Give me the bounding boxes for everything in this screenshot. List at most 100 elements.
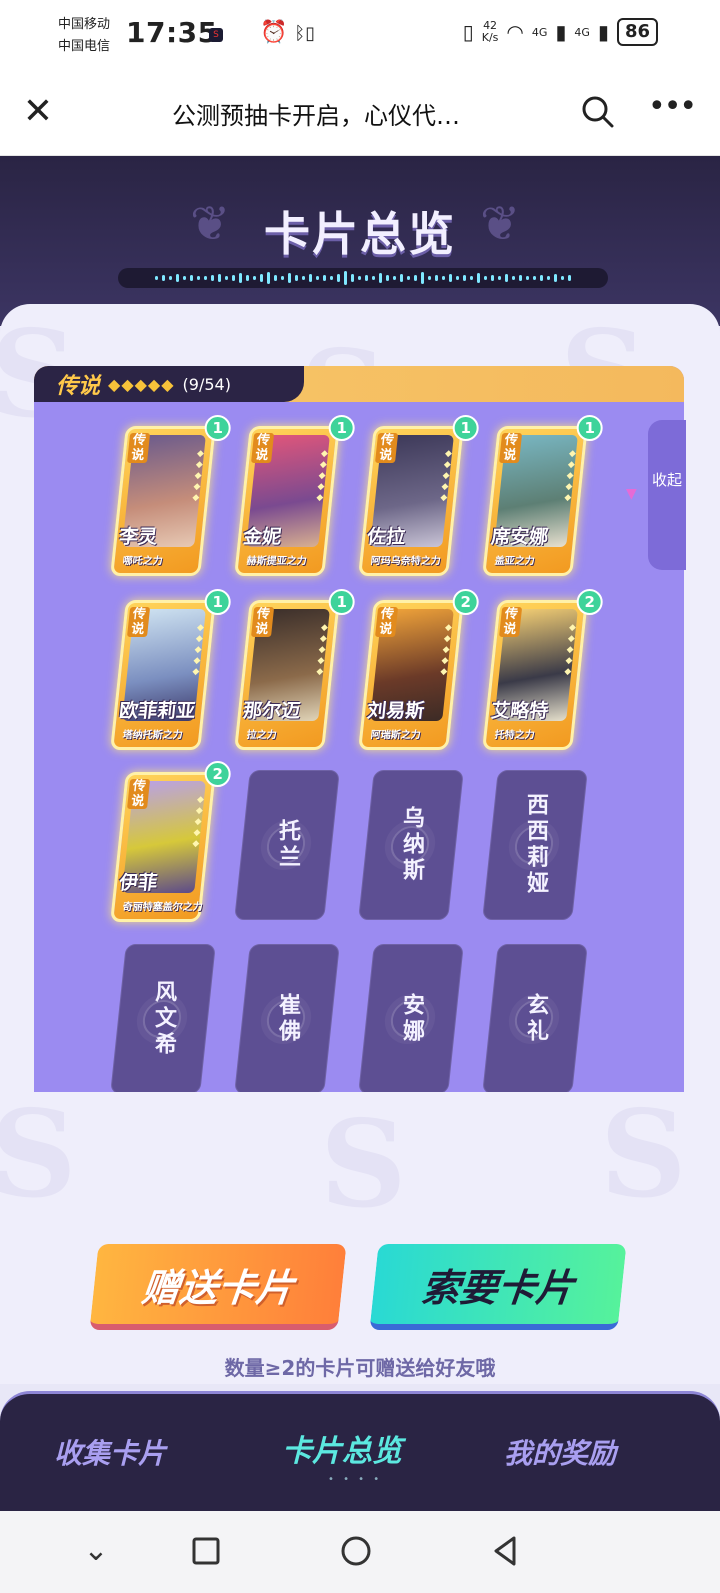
bg-watermark: S [600, 1084, 687, 1225]
card-rarity-tag: 传说 [126, 607, 151, 637]
status-icons-left: ⏰ ᛒ▯ [260, 20, 315, 45]
card-count-badge: 1 [204, 589, 231, 615]
status-bar: 中国移动 中国电信 17:35 S ⏰ ᛒ▯ ▯ 42 K/s ◠ 4G ▮ 4… [0, 0, 720, 70]
card-count-badge: 1 [452, 415, 479, 441]
clock: 17:35 [126, 16, 218, 49]
card-power: 盖亚之力 [494, 556, 536, 567]
gift-hint: 数量≥2的卡片可赠送给好友哦 [224, 1356, 496, 1380]
tab-card-overview[interactable]: 卡片总览 [282, 1426, 402, 1470]
nav-home-icon[interactable] [336, 1531, 376, 1571]
vibrate-icon: ▯ [462, 20, 474, 44]
close-icon[interactable]: ✕ [18, 92, 58, 132]
browser-title-bar: ✕ 公测预抽卡开启，心仪代… ••• [0, 70, 720, 156]
card-name: 刘易斯 [366, 700, 426, 722]
card-name: 李灵 [118, 526, 159, 548]
card-power: 阿玛乌奈特之力 [370, 556, 442, 567]
card-name: 艾略特 [490, 700, 550, 722]
card-count-badge: 1 [576, 415, 603, 441]
web-content: ❦ ❦ 卡片总览 S S S S S S 传说 ◆◆◆◆◆ (9/54) 传说 … [0, 156, 720, 1511]
card-count-badge: 2 [452, 589, 479, 615]
section-title: 卡片总览 [264, 207, 456, 261]
request-card-button[interactable]: 索要卡片 [369, 1244, 627, 1330]
card-rarity-tag: 传说 [498, 433, 523, 463]
locked-card-name: 乌纳斯 [399, 806, 424, 884]
locked-card-feng-wen-xi[interactable]: 风文希 [110, 944, 216, 1092]
battery-level: 86 [616, 18, 658, 46]
status-icons-right: ▯ 42 K/s ◠ 4G ▮ 4G ▮ 86 [463, 18, 658, 46]
card-rarity-tag: 传说 [126, 433, 151, 463]
locked-card-an-na[interactable]: 安娜 [358, 944, 464, 1092]
card-name: 席安娜 [490, 526, 550, 548]
page-title: 公测预抽卡开启，心仪代… [172, 102, 460, 130]
card-na-er-mai[interactable]: 传说 ◆ ◆ ◆ ◆ ◆ 那尔迈 拉之力 1 [234, 589, 355, 750]
card-rarity-tag: 传说 [126, 779, 151, 809]
net-speed: 42 K/s [482, 20, 499, 44]
search-icon[interactable] [578, 92, 618, 132]
active-tab-indicator: • • • • [328, 1474, 383, 1485]
card-count-badge: 2 [204, 761, 231, 787]
system-nav-bar: ⌄ [0, 1511, 720, 1593]
bg-watermark: S [320, 1094, 407, 1235]
tab-my-rewards[interactable]: 我的奖励 [504, 1432, 616, 1472]
rarity-stars: ◆◆◆◆◆ [108, 374, 175, 394]
card-count-badge: 1 [204, 415, 231, 441]
bg-watermark: S [0, 1084, 77, 1225]
locked-card-name: 托兰 [275, 819, 300, 871]
locked-card-xi-xi-li-ya[interactable]: 西西莉娅 [482, 770, 588, 920]
header-band: ❦ ❦ 卡片总览 [0, 156, 720, 326]
card-yi-fei[interactable]: 传说 ◆ ◆ ◆ ◆ ◆ 伊菲 奇丽特塞盖尔之力 2 [110, 761, 231, 922]
bottom-nav: 收集卡片 卡片总览 我的奖励 • • • • [0, 1391, 720, 1511]
card-ai-lve-te[interactable]: 传说 ◆ ◆ ◆ ◆ ◆ 艾略特 托特之力 2 [482, 589, 603, 750]
card-liu-yi-si[interactable]: 传说 ◆ ◆ ◆ ◆ ◆ 刘易斯 阿瑞斯之力 2 [358, 589, 479, 750]
tab-collect-cards[interactable]: 收集卡片 [54, 1432, 166, 1472]
locked-card-name: 玄礼 [523, 993, 548, 1045]
card-name: 佐拉 [366, 526, 407, 548]
locked-card-tuo-lan[interactable]: 托兰 [234, 770, 340, 920]
card-power: 赫斯提亚之力 [246, 556, 308, 567]
legend-count: (9/54) [182, 374, 231, 394]
card-rarity-tag: 传说 [374, 607, 399, 637]
card-count-badge: 2 [576, 589, 603, 615]
card-name: 那尔迈 [242, 700, 302, 722]
net-speed-unit: K/s [481, 31, 499, 44]
card-power: 塔纳托斯之力 [122, 730, 184, 741]
legend-header: 传说 ◆◆◆◆◆ (9/54) [34, 366, 684, 402]
legend-label: 传说 [56, 374, 101, 399]
signal-2-label: 4G [574, 25, 590, 39]
app-notification-icon: S [209, 28, 223, 42]
card-name: 伊菲 [118, 872, 159, 894]
card-rarity-tag: 传说 [498, 607, 523, 637]
locked-card-xuan-li[interactable]: 玄礼 [482, 944, 588, 1092]
wifi-icon: ◠ [506, 20, 524, 44]
locked-card-name: 安娜 [399, 993, 424, 1045]
locked-card-cui-fo[interactable]: 崔佛 [234, 944, 340, 1092]
signal-icon: ▮ [555, 20, 567, 44]
collapse-arrow-icon: ▼ [626, 486, 637, 502]
carrier-2: 中国电信 [58, 39, 111, 54]
card-ou-fei-li-ya[interactable]: 传说 ◆ ◆ ◆ ◆ ◆ 欧菲莉亚 塔纳托斯之力 1 [110, 589, 231, 750]
card-power: 奇丽特塞盖尔之力 [122, 902, 204, 913]
card-power: 拉之力 [246, 730, 278, 741]
gift-card-button[interactable]: 赠送卡片 [89, 1244, 347, 1330]
legend-section: 传说 ◆◆◆◆◆ (9/54) 传说 ◆ ◆ ◆ ◆ ◆ 李灵 哪吒之力 1 传说 ◆ ◆… [34, 366, 684, 1092]
locked-card-wu-na-si[interactable]: 乌纳斯 [358, 770, 464, 920]
card-power: 阿瑞斯之力 [370, 730, 422, 741]
card-xi-an-na[interactable]: 传说 ◆ ◆ ◆ ◆ ◆ 席安娜 盖亚之力 1 [482, 415, 603, 576]
card-zuo-la[interactable]: 传说 ◆ ◆ ◆ ◆ ◆ 佐拉 阿玛乌奈特之力 1 [358, 415, 479, 576]
locked-card-name: 西西莉娅 [523, 793, 548, 897]
collapse-toggle[interactable]: 收起 [648, 420, 686, 570]
nav-back-icon[interactable] [486, 1531, 526, 1571]
card-rarity-tag: 传说 [250, 607, 275, 637]
alarm-icon: ⏰ [260, 20, 288, 45]
card-count-badge: 1 [328, 415, 355, 441]
card-li-ling[interactable]: 传说 ◆ ◆ ◆ ◆ ◆ 李灵 哪吒之力 1 [110, 415, 231, 576]
carrier-info: 中国移动 中国电信 [58, 14, 110, 58]
card-name: 金妮 [242, 526, 283, 548]
card-jin-ni[interactable]: 传说 ◆ ◆ ◆ ◆ ◆ 金妮 赫斯提亚之力 1 [234, 415, 355, 576]
nav-down-icon[interactable]: ⌄ [76, 1531, 116, 1571]
signal-1-label: 4G [531, 25, 548, 39]
carrier-1: 中国移动 [58, 17, 111, 32]
more-options-icon[interactable]: ••• [648, 92, 697, 132]
card-name: 欧菲莉亚 [118, 700, 197, 722]
nav-recents-icon[interactable] [186, 1531, 226, 1571]
